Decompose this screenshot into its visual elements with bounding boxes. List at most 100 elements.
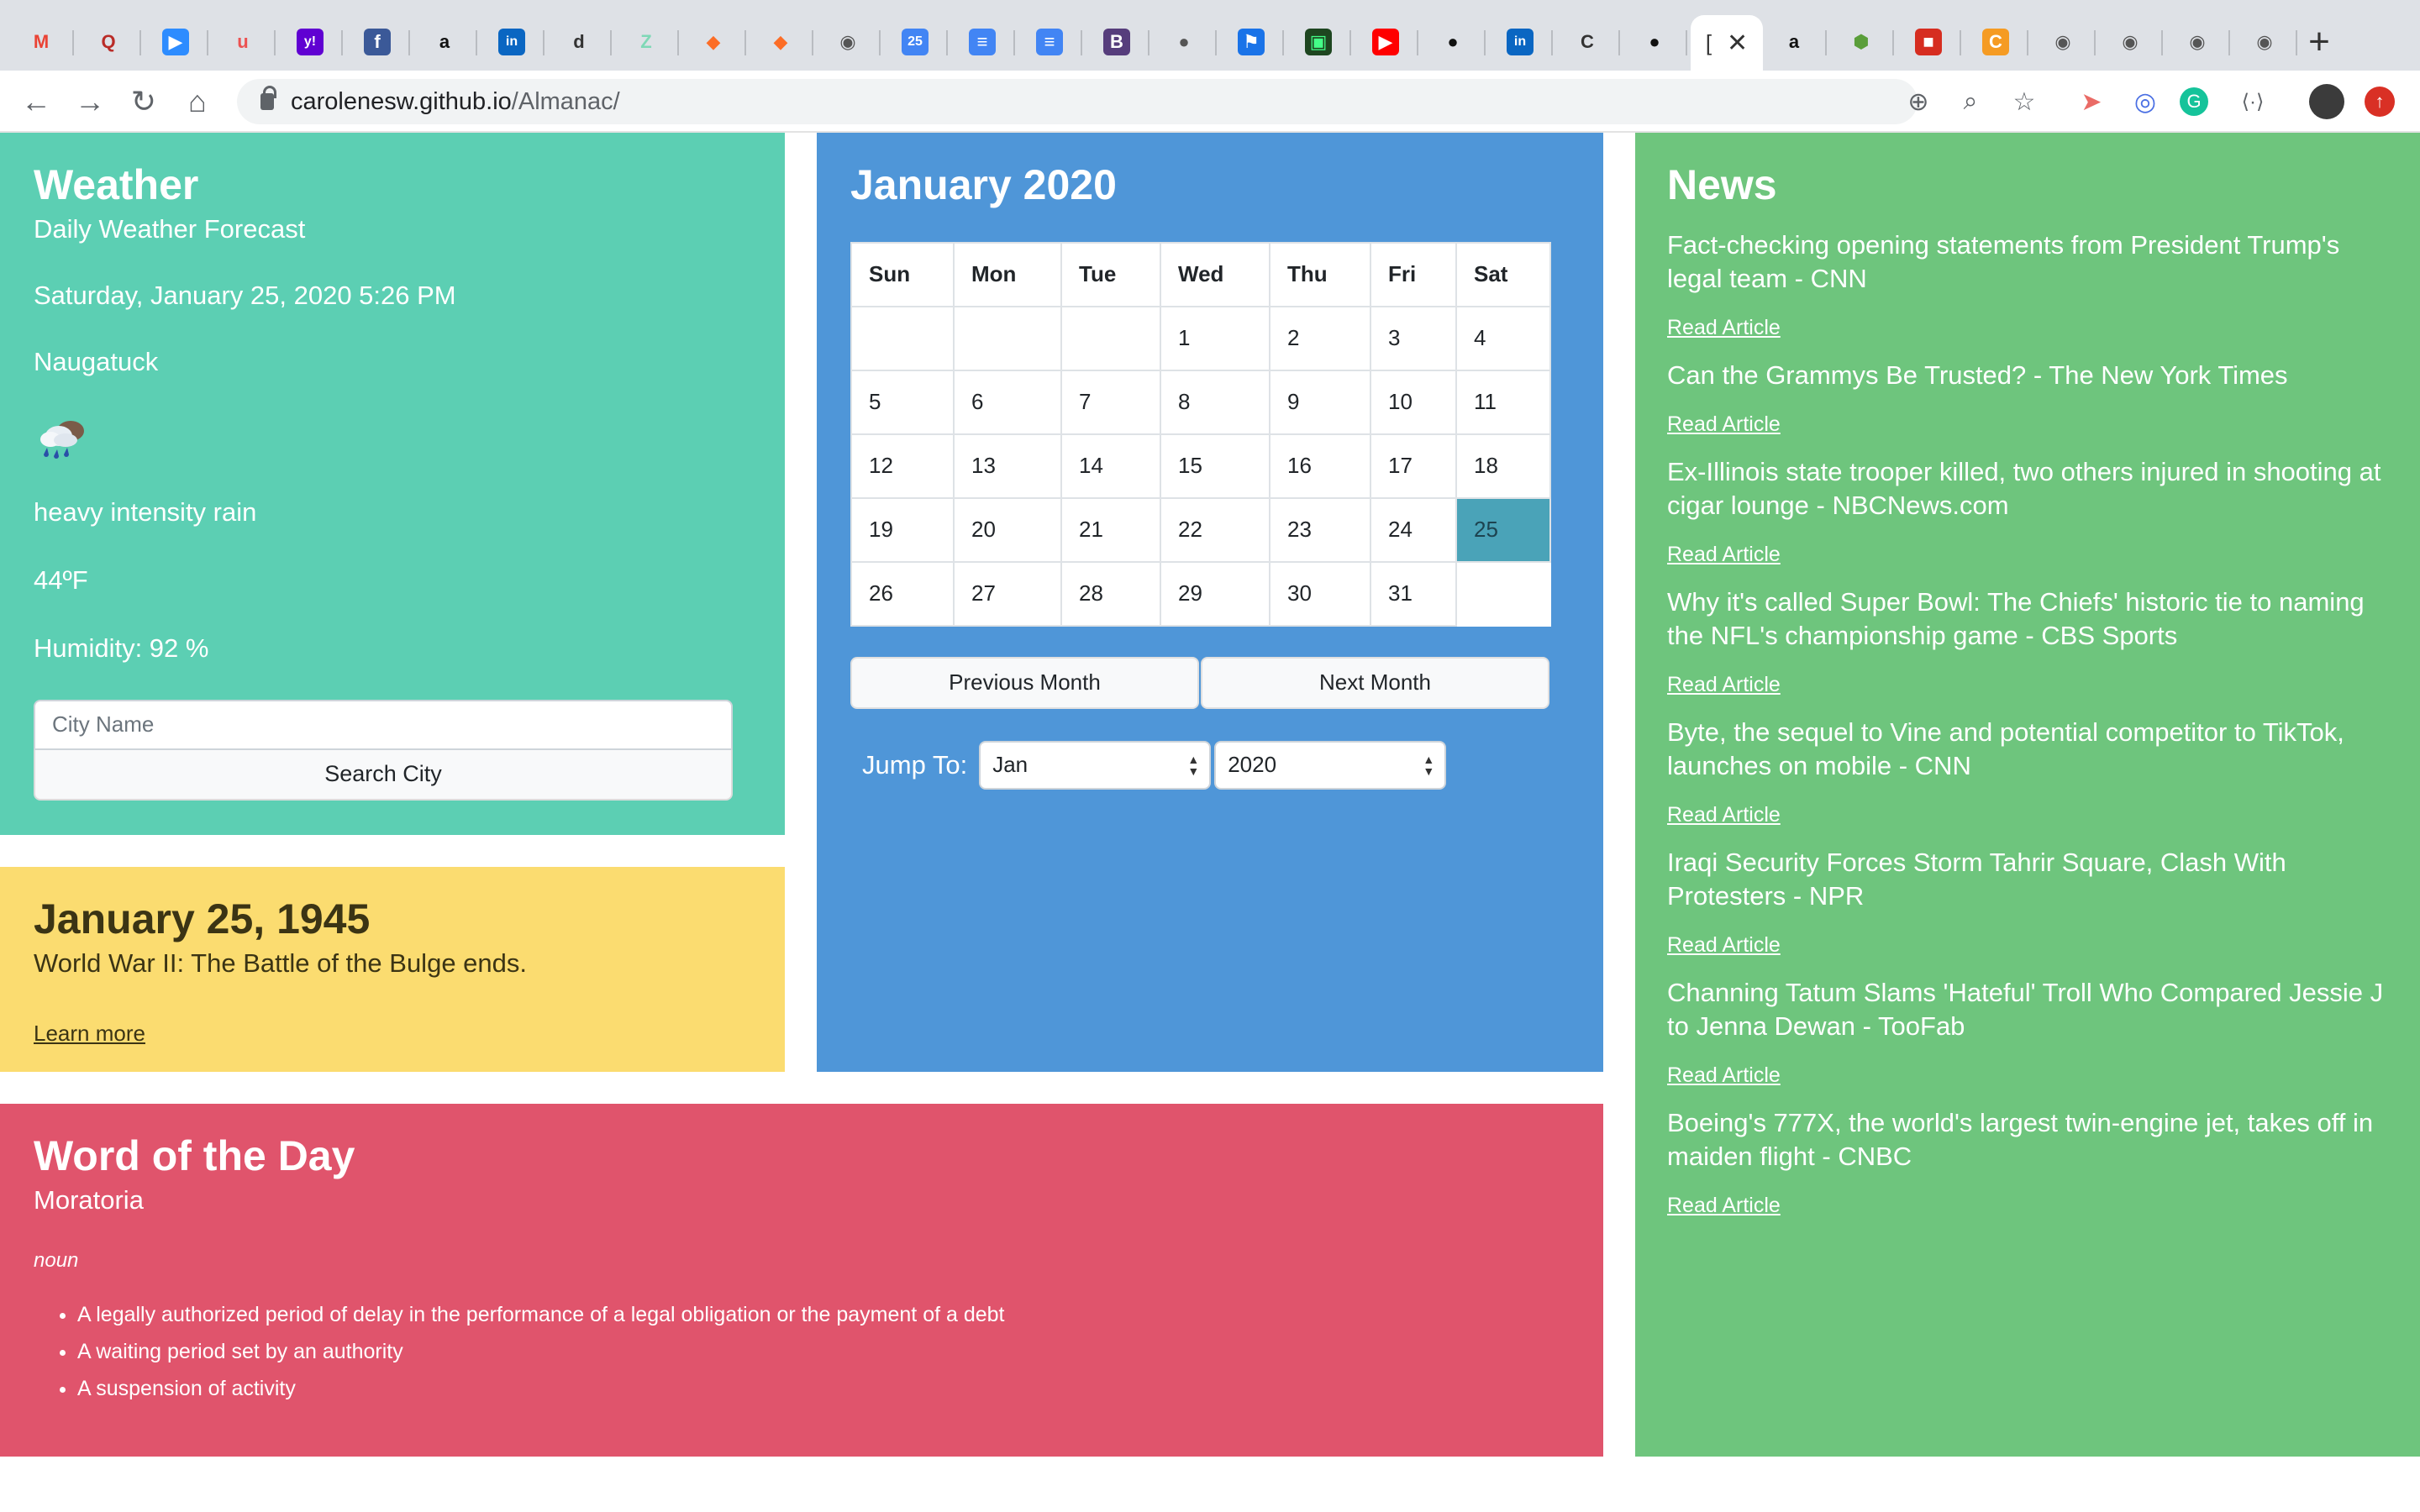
calendar-day[interactable]: 10 xyxy=(1370,369,1457,435)
calendar-day[interactable]: 7 xyxy=(1060,369,1161,435)
browser-tab[interactable]: ● xyxy=(1151,18,1217,66)
read-article-link[interactable]: Read Article xyxy=(1667,803,1781,827)
calendar-day[interactable]: 26 xyxy=(850,560,955,627)
calendar-day[interactable]: 12 xyxy=(850,433,955,499)
month-select[interactable]: Jan ▲ ▼ xyxy=(979,740,1212,790)
browser-tab[interactable]: f xyxy=(345,18,410,66)
calendar-day[interactable]: 5 xyxy=(850,369,955,435)
browser-tab[interactable]: in xyxy=(1487,18,1553,66)
browser-tab[interactable]: in xyxy=(479,18,544,66)
new-tab-button[interactable]: + xyxy=(2294,20,2344,64)
browser-tab[interactable]: ◆ xyxy=(748,18,813,66)
browser-tab[interactable]: ◆ xyxy=(681,18,746,66)
zoom-icon[interactable]: ⌕ xyxy=(1951,82,1990,121)
tab-separator xyxy=(1551,30,1553,55)
calendar-day[interactable]: 23 xyxy=(1269,496,1371,563)
extension-arrow-icon[interactable]: ➤ xyxy=(2072,82,2111,121)
extension-search-icon[interactable]: ◎ xyxy=(2126,82,2165,121)
home-icon[interactable]: ⌂ xyxy=(175,79,220,124)
browser-tab[interactable]: ⬢ xyxy=(1828,18,1894,66)
calendar-day[interactable]: 28 xyxy=(1060,560,1161,627)
bookmark-star-icon[interactable]: ☆ xyxy=(2005,82,2044,121)
extension-code-icon[interactable]: ⟨·⟩ xyxy=(2233,82,2272,121)
browser-tab[interactable]: y! xyxy=(277,18,343,66)
calendar-day[interactable]: 4 xyxy=(1455,305,1551,371)
close-tab-icon[interactable]: ✕ xyxy=(1727,29,1748,58)
calendar-day[interactable]: 9 xyxy=(1269,369,1371,435)
calendar-day[interactable]: 13 xyxy=(953,433,1062,499)
browser-tab[interactable]: C xyxy=(1963,18,2028,66)
tab-active-almanac[interactable]: [✕ xyxy=(1691,15,1763,71)
next-month-button[interactable]: Next Month xyxy=(1201,656,1549,709)
grammarly-icon[interactable]: G xyxy=(2180,87,2208,116)
calendar-day[interactable]: 29 xyxy=(1160,560,1270,627)
read-article-link[interactable]: Read Article xyxy=(1667,316,1781,340)
read-article-link[interactable]: Read Article xyxy=(1667,1194,1781,1218)
calendar-day[interactable]: 3 xyxy=(1370,305,1457,371)
browser-tab[interactable]: u xyxy=(210,18,276,66)
browser-tab[interactable]: ◉ xyxy=(2165,18,2230,66)
tab-separator xyxy=(1618,30,1620,55)
browser-tab[interactable]: C xyxy=(1555,18,1620,66)
browser-tab[interactable]: 25 xyxy=(882,18,948,66)
back-arrow-icon[interactable]: ← xyxy=(13,79,59,124)
browser-tab[interactable]: d xyxy=(546,18,612,66)
avatar[interactable] xyxy=(2309,84,2344,119)
calendar-day[interactable]: 22 xyxy=(1160,496,1270,563)
browser-tab[interactable]: ⚑ xyxy=(1218,18,1284,66)
year-select[interactable]: 2020 ▲ ▼ xyxy=(1214,740,1447,790)
year-select-value: 2020 xyxy=(1228,752,1277,777)
city-name-input[interactable]: City Name xyxy=(34,699,733,750)
location-target-icon[interactable]: ⊕ xyxy=(1899,82,1938,121)
read-article-link[interactable]: Read Article xyxy=(1667,412,1781,437)
calendar-day[interactable]: 21 xyxy=(1060,496,1161,563)
browser-tab[interactable]: ◉ xyxy=(2097,18,2163,66)
calendar-day[interactable]: 6 xyxy=(953,369,1062,435)
calendar-day[interactable]: 27 xyxy=(953,560,1062,627)
reload-icon[interactable]: ↻ xyxy=(121,79,166,124)
browser-tab[interactable]: Z xyxy=(613,18,679,66)
browser-tab[interactable]: M xyxy=(8,18,74,66)
browser-tab[interactable]: ≡ xyxy=(950,18,1015,66)
browser-tab[interactable]: ◉ xyxy=(2232,18,2297,66)
calendar-day[interactable]: 8 xyxy=(1160,369,1270,435)
forward-arrow-icon[interactable]: → xyxy=(67,79,113,124)
browser-tab[interactable]: ● xyxy=(1420,18,1486,66)
read-article-link[interactable]: Read Article xyxy=(1667,933,1781,958)
calendar-day-today[interactable]: 25 xyxy=(1455,496,1551,563)
calendar-day[interactable]: 14 xyxy=(1060,433,1161,499)
update-icon[interactable]: ↑ xyxy=(2365,87,2395,117)
calendar-day[interactable]: 16 xyxy=(1269,433,1371,499)
address-bar[interactable]: carolenesw.github.io/Almanac/ xyxy=(237,79,1918,124)
browser-tab[interactable]: ◉ xyxy=(815,18,881,66)
calendar-day[interactable]: 18 xyxy=(1455,433,1551,499)
browser-tab[interactable]: B xyxy=(1084,18,1150,66)
learn-more-link[interactable]: Learn more xyxy=(34,1021,145,1047)
browser-tab[interactable]: Q xyxy=(76,18,141,66)
calendar-day[interactable]: 17 xyxy=(1370,433,1457,499)
calendar-day[interactable]: 20 xyxy=(953,496,1062,563)
read-article-link[interactable]: Read Article xyxy=(1667,543,1781,567)
browser-tab[interactable]: ▶ xyxy=(1353,18,1418,66)
read-article-link[interactable]: Read Article xyxy=(1667,673,1781,697)
browser-tab[interactable]: ▣ xyxy=(1286,18,1351,66)
calendar-day[interactable]: 19 xyxy=(850,496,955,563)
browser-tab[interactable]: ◉ xyxy=(2030,18,2096,66)
calendar-day[interactable]: 31 xyxy=(1370,560,1457,627)
calendar-day[interactable]: 11 xyxy=(1455,369,1551,435)
browser-tab[interactable]: ≡ xyxy=(1017,18,1082,66)
previous-month-button[interactable]: Previous Month xyxy=(850,656,1199,709)
read-article-link[interactable]: Read Article xyxy=(1667,1063,1781,1088)
calendar-day[interactable]: 30 xyxy=(1269,560,1371,627)
browser-tab[interactable]: a xyxy=(1761,18,1827,66)
search-city-button[interactable]: Search City xyxy=(34,749,733,801)
browser-tab[interactable]: ■ xyxy=(1896,18,1961,66)
news-item: Can the Grammys Be Trusted? - The New Yo… xyxy=(1667,359,2388,437)
calendar-day[interactable]: 2 xyxy=(1269,305,1371,371)
browser-tab[interactable]: ● xyxy=(1622,18,1687,66)
calendar-day[interactable]: 1 xyxy=(1160,305,1270,371)
calendar-day[interactable]: 15 xyxy=(1160,433,1270,499)
browser-tab[interactable]: a xyxy=(412,18,477,66)
calendar-day[interactable]: 24 xyxy=(1370,496,1457,563)
browser-tab[interactable]: ▶ xyxy=(143,18,208,66)
